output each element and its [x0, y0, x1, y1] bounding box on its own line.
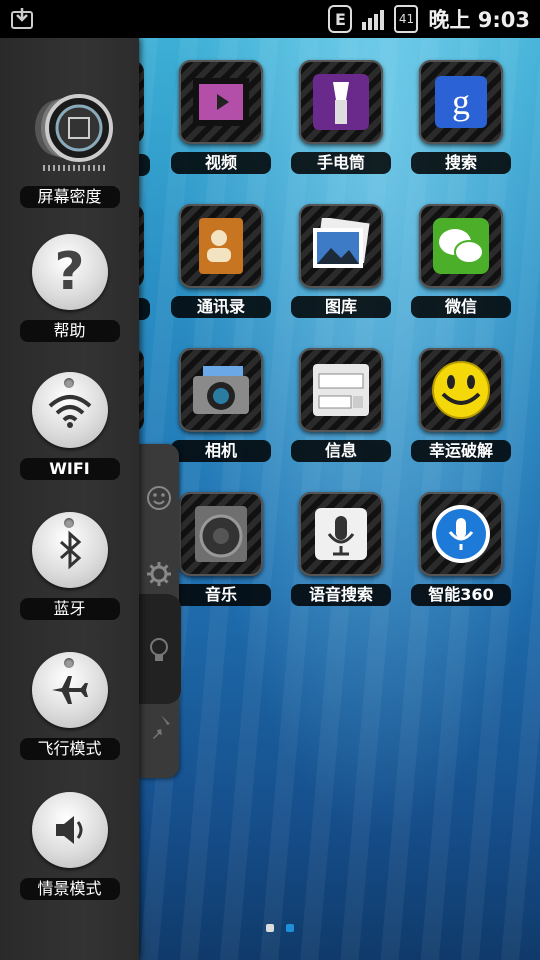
voice-assistant-icon [419, 492, 503, 576]
screen-density-toggle[interactable]: 屏幕密度 [0, 90, 139, 208]
quick-settings-drawer: 屏幕密度 ? 帮助 WIFI 蓝牙 飞行模式 情景模式 [0, 38, 139, 960]
wifi-icon [31, 372, 108, 448]
volume-icon [31, 792, 108, 868]
contacts-icon [179, 204, 263, 288]
app-contacts[interactable]: 通讯录 [161, 204, 281, 318]
help-button[interactable]: ? 帮助 [0, 234, 139, 342]
drawer-item-label: 飞行模式 [19, 738, 120, 760]
app-label: 图库 [291, 296, 391, 318]
airplane-icon [31, 652, 108, 728]
app-search[interactable]: g 搜索 [401, 60, 521, 174]
gear-tab-icon[interactable] [145, 560, 173, 588]
app-label: 语音搜索 [291, 584, 391, 606]
microphone-icon [299, 492, 383, 576]
status-bar: E 41 晚上 9:03 [0, 0, 540, 38]
network-type-indicator: E [328, 5, 353, 33]
bulb-tab-icon[interactable] [145, 636, 173, 664]
app-label: 幸运破解 [411, 440, 511, 462]
wifi-toggle[interactable]: WIFI [0, 372, 139, 480]
battery-indicator: 41 [394, 5, 419, 33]
app-voice-search[interactable]: 语音搜索 [281, 492, 401, 606]
app-label: 手电筒 [291, 152, 391, 174]
drawer-item-label: 屏幕密度 [19, 186, 120, 208]
app-video[interactable]: 视频 [161, 60, 281, 174]
sound-profile-toggle[interactable]: 情景模式 [0, 792, 139, 900]
smiley-tab-icon[interactable] [145, 484, 173, 512]
clock: 晚上 9:03 [428, 8, 530, 32]
app-lucky-patcher[interactable]: 幸运破解 [401, 348, 521, 462]
flashlight-icon [299, 60, 383, 144]
app-label: 音乐 [171, 584, 271, 606]
app-label: 微信 [411, 296, 511, 318]
pin-tab-icon[interactable] [145, 712, 173, 740]
svg-text:g: g [452, 82, 470, 122]
wechat-icon [419, 204, 503, 288]
app-label: 智能360 [411, 584, 511, 606]
airplane-mode-toggle[interactable]: 飞行模式 [0, 652, 139, 760]
drawer-item-label: 情景模式 [19, 878, 120, 900]
drawer-item-label: WIFI [19, 458, 120, 480]
app-smart-360[interactable]: 智能360 [401, 492, 521, 606]
help-icon: ? [31, 234, 108, 310]
messaging-icon [299, 348, 383, 432]
app-label: 通讯录 [171, 296, 271, 318]
google-search-icon: g [419, 60, 503, 144]
bluetooth-toggle[interactable]: 蓝牙 [0, 512, 139, 620]
speaker-icon [179, 492, 263, 576]
app-label: 搜索 [411, 152, 511, 174]
app-camera[interactable]: 相机 [161, 348, 281, 462]
side-tab-panel [139, 444, 181, 778]
app-flashlight[interactable]: 手电筒 [281, 60, 401, 174]
page-indicator-dot [266, 924, 274, 932]
app-music[interactable]: 音乐 [161, 492, 281, 606]
signal-strength-icon [362, 8, 385, 30]
download-notification-icon[interactable] [10, 6, 34, 30]
drawer-item-label: 蓝牙 [19, 598, 120, 620]
bluetooth-icon [31, 512, 108, 588]
smiley-icon [419, 348, 503, 432]
app-label: 信息 [291, 440, 391, 462]
screen-density-icon [27, 90, 113, 176]
app-wechat[interactable]: 微信 [401, 204, 521, 318]
app-label: 相机 [171, 440, 271, 462]
camera-icon [179, 348, 263, 432]
app-label: 视频 [171, 152, 271, 174]
app-gallery[interactable]: 图库 [281, 204, 401, 318]
app-messaging[interactable]: 信息 [281, 348, 401, 462]
video-icon [179, 60, 263, 144]
drawer-item-label: 帮助 [19, 320, 120, 342]
page-indicator-dot-active [286, 924, 294, 932]
gallery-icon [299, 204, 383, 288]
